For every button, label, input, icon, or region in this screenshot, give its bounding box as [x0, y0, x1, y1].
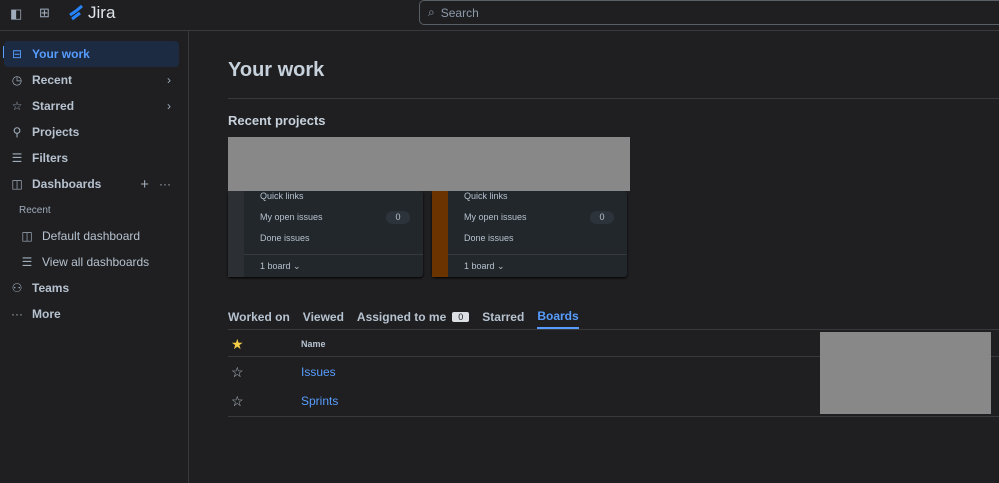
more-icon: ··· — [11, 307, 23, 321]
redacted-region — [228, 137, 630, 191]
sidebar-item-more[interactable]: ··· More — [4, 301, 179, 327]
star-icon: ☆ — [11, 99, 23, 113]
label: More — [32, 307, 61, 321]
label: Starred — [32, 99, 75, 113]
search-icon: ⌕ — [428, 5, 435, 19]
tab-label: Viewed — [302, 310, 344, 324]
sidebar-toggle-icon[interactable]: ◧ — [10, 6, 22, 22]
star-icon[interactable]: ☆ — [228, 364, 301, 381]
sidebar: ⊟ Your work ◷ Recent › ☆ Starred › ⚲ Projects … — [0, 31, 189, 483]
project-card[interactable]: Quick links My open issues 0 Done issues… — [228, 191, 423, 277]
label: View all dashboards — [42, 255, 150, 269]
plus-icon[interactable]: + — [140, 176, 149, 193]
top-bar: ◧ ⊞ Jira ⌕ Search — [0, 0, 999, 31]
recent-projects-heading: Recent projects — [228, 113, 326, 128]
clock-icon: ◷ — [11, 73, 23, 87]
sidebar-item-default-dashboard[interactable]: ◫ Default dashboard — [14, 223, 179, 249]
column-header-name[interactable]: Name — [301, 339, 326, 349]
label: Teams — [32, 281, 70, 295]
chevron-right-icon: › — [167, 99, 171, 113]
sidebar-item-recent[interactable]: ◷ Recent › — [4, 67, 179, 93]
tab-worked-on[interactable]: Worked on — [228, 309, 290, 329]
my-open-issues-link[interactable]: My open issues — [260, 212, 323, 222]
tab-viewed[interactable]: Viewed — [303, 309, 344, 329]
tab-boards[interactable]: Boards — [537, 309, 579, 329]
jira-logo-icon — [69, 5, 83, 21]
people-icon: ⚇ — [11, 281, 23, 295]
tab-label: Assigned to me — [356, 310, 447, 324]
open-issues-count: 0 — [386, 211, 410, 224]
search-placeholder: Search — [440, 5, 479, 20]
sidebar-item-view-all-dashboards[interactable]: ☰ View all dashboards — [14, 249, 179, 275]
list-icon: ☰ — [21, 255, 33, 269]
dashboard-icon: ◫ — [21, 229, 33, 243]
label: Default dashboard — [42, 229, 141, 243]
quick-links-label: Quick links — [260, 191, 304, 201]
recent-heading: Recent — [19, 205, 51, 216]
boards-dropdown[interactable]: 1 board ⌄ — [260, 261, 301, 272]
tab-starred[interactable]: Starred — [482, 309, 524, 329]
divider — [448, 254, 627, 255]
quick-links-label: Quick links — [464, 191, 508, 201]
redacted-region — [820, 332, 991, 414]
divider — [228, 329, 999, 330]
label: Recent — [32, 73, 73, 87]
sidebar-item-starred[interactable]: ☆ Starred › — [4, 93, 179, 119]
sidebar-item-your-work[interactable]: ⊟ Your work — [4, 41, 179, 67]
app-switcher-icon[interactable]: ⊞ — [39, 5, 50, 21]
dashboard-icon: ◫ — [11, 177, 23, 191]
sidebar-item-dashboards[interactable]: ◫ Dashboards + ··· — [4, 171, 179, 197]
boards-dropdown[interactable]: 1 board ⌄ — [464, 261, 505, 272]
label: Your work — [32, 47, 90, 61]
label: Filters — [32, 151, 69, 165]
board-link[interactable]: Issues — [301, 365, 336, 379]
project-color-bar — [228, 191, 244, 277]
rocket-icon: ⚲ — [12, 125, 22, 139]
sidebar-item-teams[interactable]: ⚇ Teams — [4, 275, 179, 301]
star-filled-icon[interactable]: ★ — [228, 336, 301, 353]
done-issues-link[interactable]: Done issues — [464, 233, 514, 243]
inbox-icon: ⊟ — [11, 47, 23, 61]
chevron-right-icon: › — [167, 73, 171, 87]
sidebar-item-projects[interactable]: ⚲ Projects — [4, 119, 179, 145]
divider — [228, 98, 999, 99]
divider — [228, 416, 999, 417]
tab-label: Starred — [482, 310, 525, 324]
boards-label: 1 board — [260, 261, 291, 271]
tab-label: Worked on — [228, 310, 290, 324]
search-input[interactable]: ⌕ Search — [419, 0, 999, 25]
my-open-issues-link[interactable]: My open issues — [464, 212, 527, 222]
boards-label: 1 board — [464, 261, 495, 271]
done-issues-link[interactable]: Done issues — [260, 233, 310, 243]
star-icon[interactable]: ☆ — [228, 393, 301, 410]
app-name: Jira — [88, 3, 116, 22]
tab-bar: Worked on Viewed Assigned to me 0 Starred… — [228, 309, 579, 329]
sidebar-item-filters[interactable]: ☰ Filters — [4, 145, 179, 171]
more-icon[interactable]: ··· — [159, 177, 171, 191]
chevron-down-icon: ⌄ — [293, 261, 301, 271]
project-color-bar — [432, 191, 448, 277]
tab-assigned-to-me[interactable]: Assigned to me 0 — [356, 309, 470, 329]
tab-label: Boards — [537, 309, 579, 323]
label: Dashboards — [32, 177, 102, 191]
board-link[interactable]: Sprints — [301, 394, 338, 408]
page-title: Your work — [228, 59, 325, 81]
chevron-down-icon: ⌄ — [497, 261, 505, 271]
filter-icon: ☰ — [11, 151, 23, 165]
label: Projects — [32, 125, 80, 139]
jira-logo[interactable]: Jira — [68, 3, 115, 23]
project-card[interactable]: Quick links My open issues 0 Done issues… — [432, 191, 627, 277]
open-issues-count: 0 — [590, 211, 614, 224]
divider — [244, 254, 423, 255]
count-badge: 0 — [452, 312, 470, 322]
